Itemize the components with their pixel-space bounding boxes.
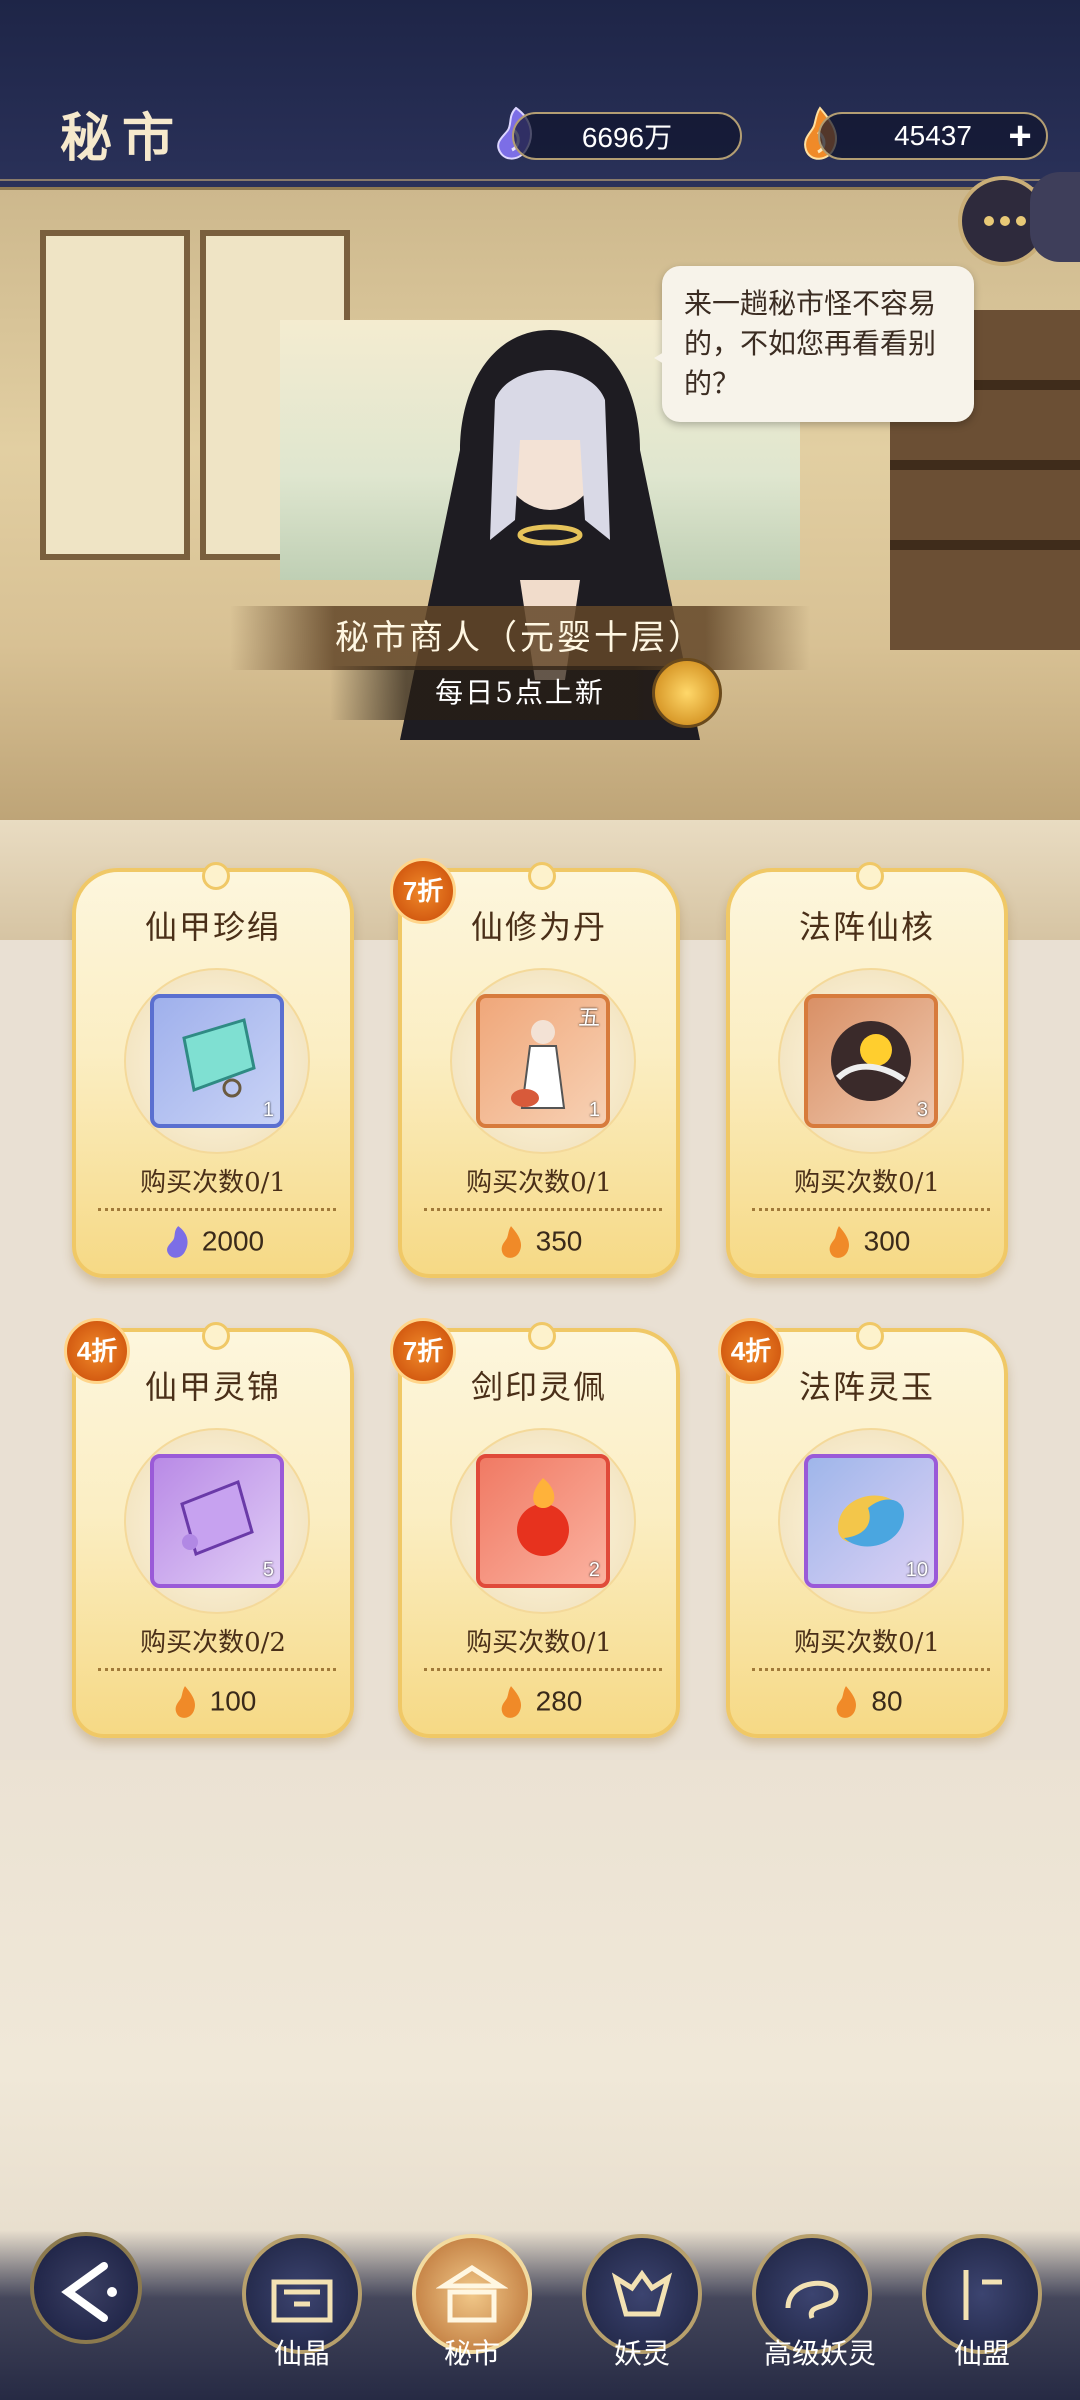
price: 280 [402, 1684, 676, 1722]
back-arrow-icon [61, 2262, 117, 2322]
add-currency-button[interactable]: + [1000, 114, 1040, 158]
item-name: 法阵仙核 [798, 908, 935, 946]
fire-gem-icon [501, 1226, 521, 1258]
divider [424, 1668, 662, 1671]
page-title: 秘市 [60, 108, 185, 169]
shop-item-card[interactable]: 法阵仙核 3 购买次数0/1 300 [726, 862, 1008, 1278]
price-value: 300 [863, 1225, 911, 1257]
price-value: 2000 [201, 1225, 265, 1257]
spirit-stone-icon [166, 1226, 188, 1258]
shop-item-card[interactable]: 4折 仙甲灵锦 5 购买次数0/2 100 [64, 1318, 354, 1738]
price-value: 280 [535, 1685, 583, 1717]
divider [98, 1208, 336, 1211]
fox-spirit-icon [611, 2269, 673, 2317]
item-icon-box: 10 [804, 1454, 938, 1588]
item-count: 10 [905, 1559, 928, 1581]
array-core-icon [831, 1021, 911, 1101]
shop-item-card[interactable]: 7折 仙修为丹 五 1 购买次数0/1 350 [390, 858, 680, 1278]
item-name: 法阵灵玉 [798, 1368, 935, 1406]
purchase-limit: 购买次数0/1 [466, 1168, 612, 1198]
fire-gem-icon [175, 1686, 195, 1718]
player-avatar[interactable] [1030, 172, 1080, 262]
alliance-icon [963, 2270, 1002, 2320]
divider [752, 1208, 990, 1211]
price: 2000 [76, 1224, 350, 1262]
shop-item-card[interactable]: 4折 法阵灵玉 10 购买次数0/1 80 [718, 1318, 1008, 1738]
market-stall-icon [436, 2265, 508, 2323]
top-header: 秘市 6696万 45437 + [0, 0, 1080, 190]
fire-gem-icon [829, 1226, 849, 1258]
dragon-spirit-icon [785, 2280, 839, 2319]
fire-gem-icon [501, 1686, 521, 1718]
bottom-nav [0, 2230, 1080, 2400]
merchant-name: 秘市商人（元婴十层） [230, 606, 810, 670]
back-button[interactable] [30, 2232, 142, 2344]
price-value: 100 [209, 1685, 257, 1717]
currency-spirit-stone: 6696万 [512, 112, 742, 160]
item-icon-box: 1 [150, 994, 284, 1128]
price: 350 [402, 1224, 676, 1262]
nav-label-xianjing: 仙晶 [273, 2337, 330, 2370]
nav-label-mishi: 秘市 [443, 2337, 500, 2370]
divider [98, 1668, 336, 1671]
divider [752, 1668, 990, 1671]
shop-item-card[interactable]: 仙甲珍绢 1 购买次数0/1 2000 [72, 862, 354, 1278]
scroll-icon [182, 1018, 256, 1098]
item-name: 仙甲灵锦 [144, 1368, 281, 1406]
item-count: 1 [262, 1099, 274, 1121]
purchase-limit: 购买次数0/1 [794, 1168, 940, 1198]
sword-seal-pendant-icon [517, 1478, 569, 1556]
price-value: 80 [871, 1685, 903, 1717]
chat-icon [984, 216, 994, 226]
nav-label-xianmeng: 仙盟 [953, 2337, 1010, 2370]
item-count: 2 [588, 1559, 600, 1581]
purchase-limit: 购买次数0/1 [794, 1628, 940, 1658]
merchant-dialogue-bubble: 来一趟秘市怪不容易的，不如您再看看别的？ [654, 266, 974, 422]
item-grade: 五 [577, 1006, 600, 1031]
lower-background [0, 1760, 1080, 2280]
fire-gem-icon [837, 1686, 857, 1718]
price: 300 [730, 1224, 1004, 1262]
item-count: 5 [262, 1559, 274, 1581]
scene-window-left [40, 230, 190, 560]
nav-label-advanced-yaoling: 高级妖灵 [763, 2337, 876, 2370]
item-icon-box: 3 [804, 994, 938, 1128]
purchase-limit: 购买次数0/1 [140, 1168, 286, 1198]
item-count: 3 [916, 1099, 928, 1121]
silk-scroll-icon [180, 1479, 254, 1557]
purchase-limit: 购买次数0/2 [140, 1628, 286, 1658]
shop-item-card[interactable]: 7折 剑印灵佩 2 购买次数0/1 280 [390, 1318, 680, 1738]
price: 100 [76, 1684, 350, 1722]
price: 80 [730, 1684, 1004, 1722]
divider [424, 1208, 662, 1211]
item-icon-box: 五 1 [476, 994, 610, 1128]
item-icon-box: 2 [476, 1454, 610, 1588]
gate-icon [271, 2279, 333, 2323]
nav-label-yaoling: 妖灵 [613, 2337, 670, 2370]
price-value: 350 [535, 1225, 583, 1257]
purchase-limit: 购买次数0/1 [466, 1628, 612, 1658]
item-count: 1 [588, 1099, 600, 1121]
item-name: 剑印灵佩 [470, 1368, 607, 1406]
item-name: 仙甲珍绢 [144, 908, 281, 946]
item-icon-box: 5 [150, 1454, 284, 1588]
refresh-coin-icon[interactable] [652, 658, 722, 728]
item-name: 仙修为丹 [470, 908, 607, 946]
